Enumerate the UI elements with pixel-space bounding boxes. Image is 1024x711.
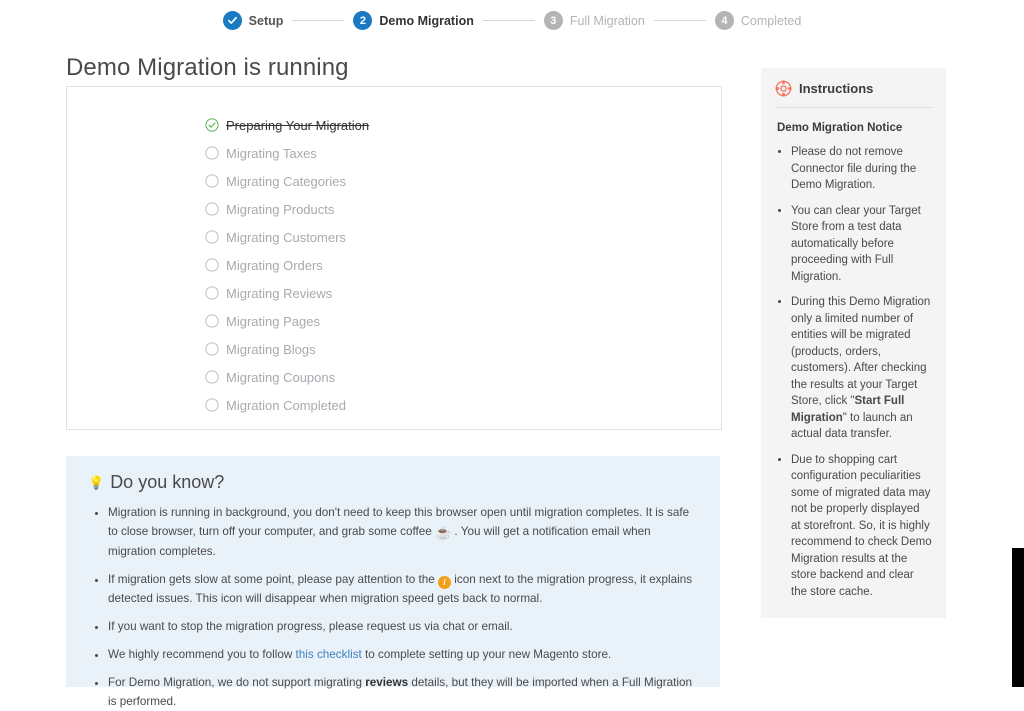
step-setup[interactable]: Setup bbox=[222, 11, 284, 30]
circle-outline-icon bbox=[205, 202, 219, 216]
migration-stepper: Setup 2 Demo Migration 3 Full Migration … bbox=[0, 0, 1024, 41]
instructions-panel: Instructions Demo Migration Notice Pleas… bbox=[761, 68, 946, 618]
migration-progress-list: Preparing Your Migration Migrating Taxes… bbox=[67, 87, 721, 419]
progress-item-products: Migrating Products bbox=[67, 195, 721, 223]
progress-item-reviews: Migrating Reviews bbox=[67, 279, 721, 307]
step-demo-migration[interactable]: 2 Demo Migration bbox=[353, 11, 474, 30]
circle-outline-icon bbox=[205, 146, 219, 160]
step-completed-label: Completed bbox=[740, 13, 802, 28]
progress-item-label: Migrating Pages bbox=[226, 313, 320, 329]
circle-outline-icon bbox=[205, 230, 219, 244]
dyk-bullet-checklist: We highly recommend you to follow this c… bbox=[108, 645, 698, 664]
step-full-migration-label: Full Migration bbox=[569, 13, 645, 28]
progress-item-orders: Migrating Orders bbox=[67, 251, 721, 279]
dyk-bullet-5-bold: reviews bbox=[365, 676, 409, 689]
step-setup-label: Setup bbox=[248, 13, 284, 28]
step-completed-bullet: 4 bbox=[714, 11, 734, 30]
step-demo-migration-bullet: 2 bbox=[353, 11, 373, 30]
instructions-bullet-3: During this Demo Migration only a limite… bbox=[791, 294, 932, 443]
circle-outline-icon bbox=[205, 370, 219, 384]
step-full-migration-bullet: 3 bbox=[543, 11, 563, 30]
instructions-bullet-1: Please do not remove Connector file duri… bbox=[791, 144, 932, 194]
dyk-bullet-background: Migration is running in background, you … bbox=[108, 503, 698, 561]
step-completed[interactable]: 4 Completed bbox=[714, 11, 802, 30]
dyk-bullet-stop-migration: If you want to stop the migration progre… bbox=[108, 617, 698, 636]
circle-outline-icon bbox=[205, 314, 219, 328]
progress-item-pages: Migrating Pages bbox=[67, 307, 721, 335]
progress-item-taxes: Migrating Taxes bbox=[67, 139, 721, 167]
progress-item-label: Migrating Taxes bbox=[226, 145, 317, 161]
dyk-bullet-4-part2: to complete setting up your new Magento … bbox=[361, 648, 612, 661]
instructions-subtitle: Demo Migration Notice bbox=[777, 122, 903, 134]
circle-outline-icon bbox=[205, 286, 219, 300]
step-connector-3 bbox=[653, 20, 706, 21]
circle-outline-icon bbox=[205, 342, 219, 356]
right-edge-bar bbox=[1012, 548, 1024, 687]
progress-item-preparing: Preparing Your Migration bbox=[67, 111, 721, 139]
instructions-bullet-4: Due to shopping cart configuration pecul… bbox=[791, 452, 932, 601]
progress-item-label: Migrating Blogs bbox=[226, 341, 316, 357]
step-connector-1 bbox=[292, 20, 345, 21]
progress-item-label: Preparing Your Migration bbox=[226, 117, 370, 133]
did-you-know-title: Do you know? bbox=[110, 472, 225, 492]
did-you-know-panel: 💡 Do you know? Migration is running in b… bbox=[66, 456, 720, 708]
did-you-know-header: 💡 Do you know? bbox=[88, 472, 698, 493]
dyk-bullet-5-part1: For Demo Migration, we do not support mi… bbox=[108, 676, 366, 689]
progress-item-migration-completed: Migration Completed bbox=[67, 391, 721, 419]
check-circle-icon bbox=[205, 118, 219, 132]
instructions-bullet-3-text: During this Demo Migration only a limite… bbox=[791, 296, 930, 440]
progress-item-label: Migration Completed bbox=[226, 397, 346, 413]
circle-outline-icon bbox=[205, 174, 219, 188]
instructions-title: Instructions bbox=[799, 81, 874, 96]
instructions-body: Demo Migration Notice Please do not remo… bbox=[761, 108, 946, 618]
progress-item-customers: Migrating Customers bbox=[67, 223, 721, 251]
lifebuoy-icon bbox=[775, 80, 792, 97]
circle-outline-icon bbox=[205, 398, 219, 412]
checklist-link[interactable]: this checklist bbox=[296, 648, 362, 661]
step-setup-bullet bbox=[222, 11, 242, 30]
dyk-bullet-2-part1: If migration gets slow at some point, pl… bbox=[108, 573, 439, 586]
progress-item-label: Migrating Customers bbox=[226, 229, 346, 245]
page-title: Demo Migration is running bbox=[66, 54, 349, 81]
progress-item-label: Migrating Categories bbox=[226, 173, 346, 189]
lightbulb-icon: 💡 bbox=[88, 474, 105, 490]
progress-item-coupons: Migrating Coupons bbox=[67, 363, 721, 391]
progress-item-label: Migrating Orders bbox=[226, 257, 323, 273]
progress-item-label: Migrating Reviews bbox=[226, 285, 333, 301]
instructions-bullet-list: Please do not remove Connector file duri… bbox=[775, 144, 932, 600]
migration-progress-card: Preparing Your Migration Migrating Taxes… bbox=[66, 86, 722, 430]
instructions-header: Instructions bbox=[761, 68, 946, 107]
step-demo-migration-label: Demo Migration bbox=[379, 13, 474, 28]
dyk-bullet-4-part1: We highly recommend you to follow bbox=[108, 648, 296, 661]
progress-item-categories: Migrating Categories bbox=[67, 167, 721, 195]
progress-item-label: Migrating Coupons bbox=[226, 369, 336, 385]
instructions-bullet-2: You can clear your Target Store from a t… bbox=[791, 203, 932, 286]
coffee-icon: ☕ bbox=[435, 525, 452, 540]
step-connector-2 bbox=[482, 20, 535, 21]
info-icon: i bbox=[438, 576, 452, 589]
step-full-migration[interactable]: 3 Full Migration bbox=[543, 11, 645, 30]
did-you-know-bullet-list: Migration is running in background, you … bbox=[88, 503, 698, 711]
dyk-bullet-slow-migration: If migration gets slow at some point, pl… bbox=[108, 570, 698, 608]
dyk-bullet-reviews: For Demo Migration, we do not support mi… bbox=[108, 673, 698, 711]
instructions-bullet-3-before: During this Demo Migration only a limite… bbox=[791, 296, 931, 407]
progress-item-blogs: Migrating Blogs bbox=[67, 335, 721, 363]
progress-item-label: Migrating Products bbox=[226, 201, 335, 217]
circle-outline-icon bbox=[205, 258, 219, 272]
